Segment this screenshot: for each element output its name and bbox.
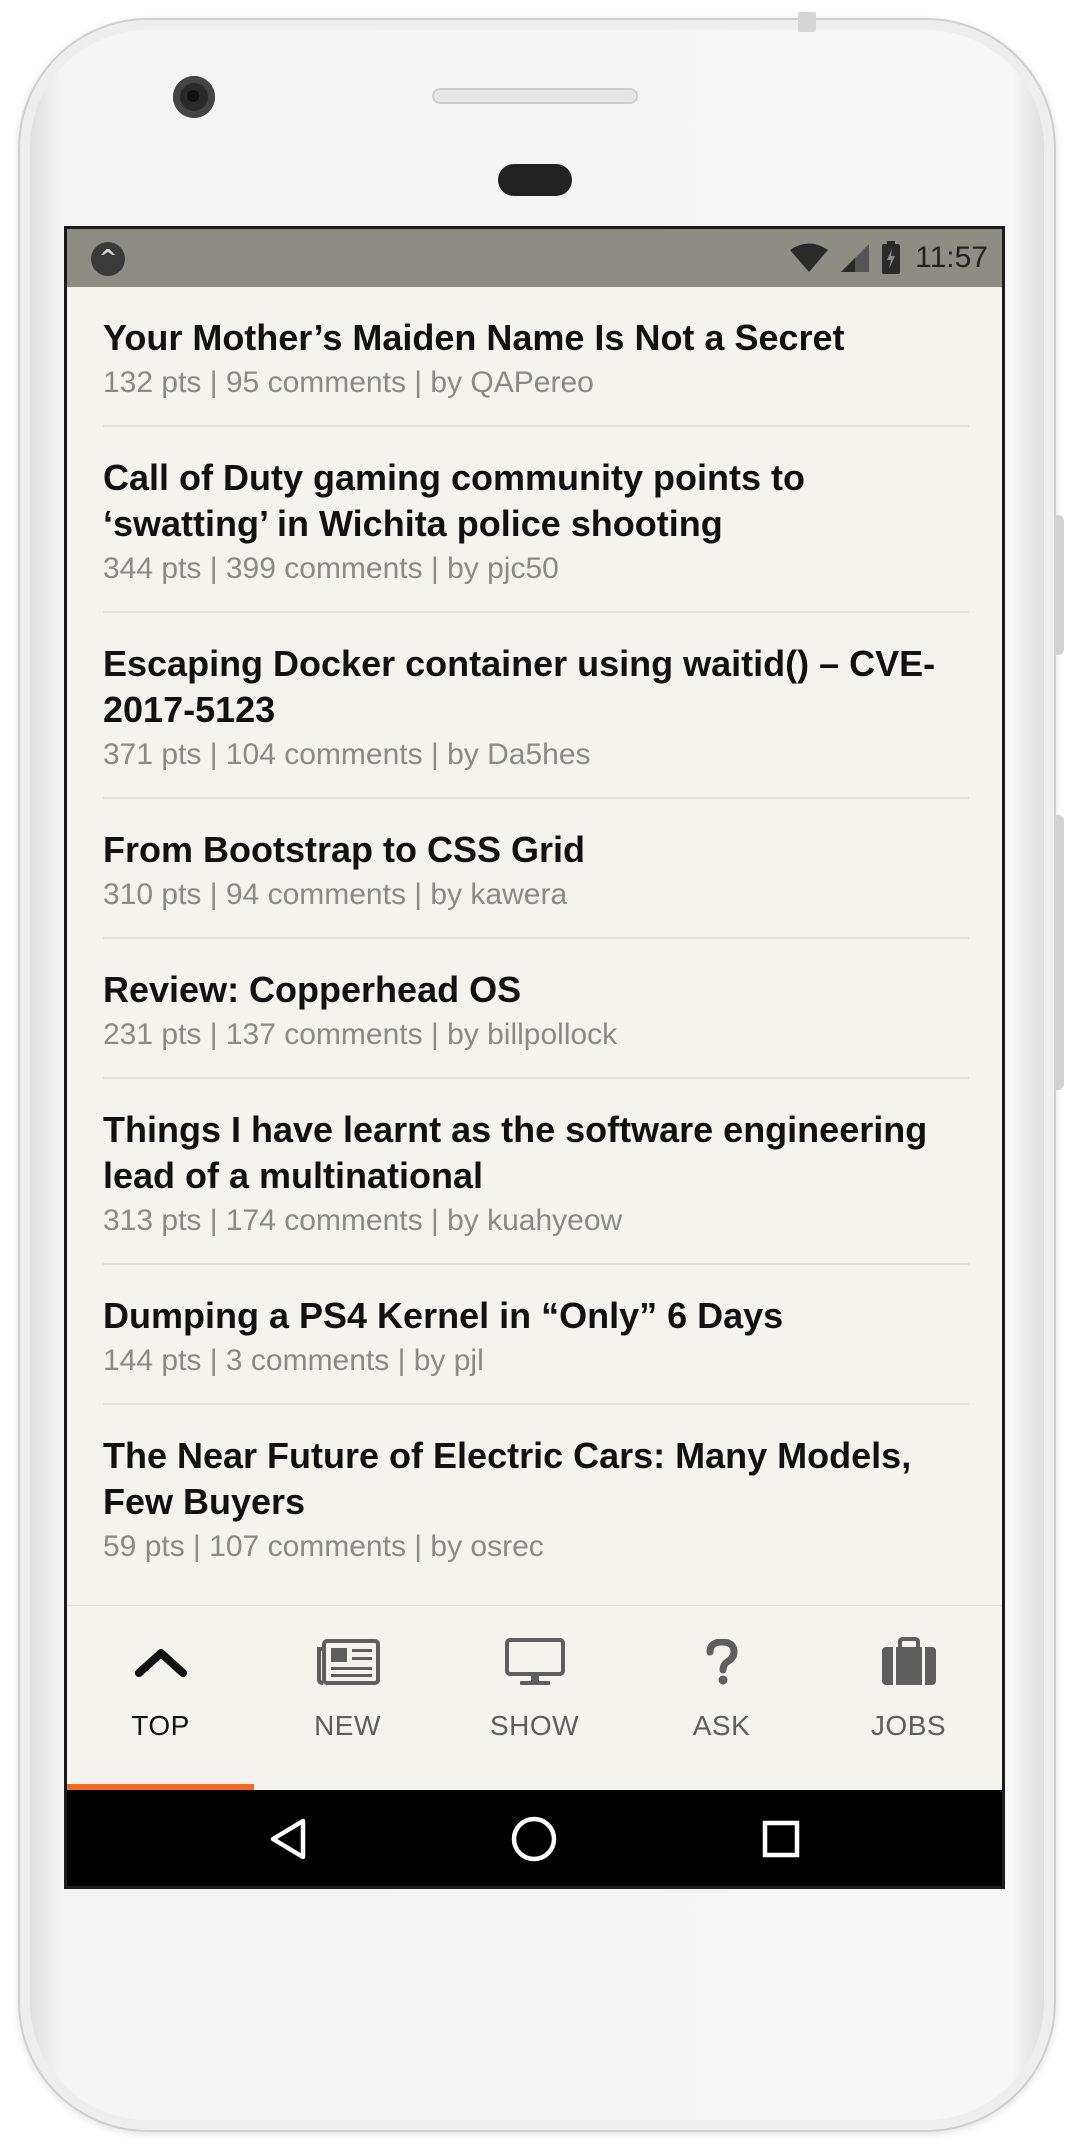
newspaper-icon <box>316 1632 380 1692</box>
story-meta: 310 pts | 94 comments | by kawera <box>103 878 568 911</box>
back-triangle-icon[interactable] <box>268 1817 308 1865</box>
story-title[interactable]: Review: Copperhead OS <box>103 967 969 1013</box>
wifi-icon <box>789 243 829 273</box>
story-title[interactable]: Things I have learnt as the software eng… <box>103 1107 969 1199</box>
chevron-up-icon <box>134 1632 187 1692</box>
story-title[interactable]: Call of Duty gaming community points to … <box>103 455 969 547</box>
tab-label: ASK <box>692 1710 751 1741</box>
status-icons: 11:57 <box>789 229 988 287</box>
story-item[interactable]: From Bootstrap to CSS Grid 310 pts | 94 … <box>103 799 969 939</box>
speaker-grille <box>432 88 638 104</box>
cell-signal-icon <box>839 243 871 273</box>
status-time: 11:57 <box>915 241 988 274</box>
story-meta: 144 pts | 3 comments | by pjl <box>103 1344 484 1377</box>
story-item[interactable]: Things I have learnt as the software eng… <box>103 1079 969 1265</box>
android-nav-bar <box>67 1790 1002 1886</box>
story-meta: 371 pts | 104 comments | by Da5hes <box>103 738 591 771</box>
phone-power-button <box>1054 515 1064 655</box>
story-list[interactable]: Your Mother’s Maiden Name Is Not a Secre… <box>67 287 1002 1605</box>
story-item[interactable]: Your Mother’s Maiden Name Is Not a Secre… <box>103 287 969 427</box>
story-item[interactable]: Review: Copperhead OS 231 pts | 137 comm… <box>103 939 969 1079</box>
caret-up-circle-icon: ^ <box>91 242 125 276</box>
status-bar: ^ 11:57 <box>67 229 1002 287</box>
tab-label: JOBS <box>870 1710 947 1741</box>
home-circle-icon[interactable] <box>510 1815 558 1867</box>
story-title[interactable]: The Near Future of Electric Cars: Many M… <box>103 1433 969 1525</box>
story-meta: 344 pts | 399 comments | by pjc50 <box>103 552 559 585</box>
bottom-tab-bar: TOP NEW SHOW ASK JOBS <box>67 1605 1002 1790</box>
story-title[interactable]: Dumping a PS4 Kernel in “Only” 6 Days <box>103 1293 969 1339</box>
story-item[interactable]: Escaping Docker container using waitid()… <box>103 613 969 799</box>
story-title[interactable]: Your Mother’s Maiden Name Is Not a Secre… <box>103 315 969 361</box>
story-item[interactable]: The Near Future of Electric Cars: Many M… <box>103 1405 969 1589</box>
tab-jobs[interactable]: JOBS <box>815 1606 1002 1790</box>
story-item[interactable]: Dumping a PS4 Kernel in “Only” 6 Days 14… <box>103 1265 969 1405</box>
battery-charging-icon <box>881 241 901 275</box>
earpiece <box>498 164 572 196</box>
story-title[interactable]: Escaping Docker container using waitid()… <box>103 641 969 733</box>
story-title[interactable]: From Bootstrap to CSS Grid <box>103 827 969 873</box>
story-meta: 313 pts | 174 comments | by kuahyeow <box>103 1204 623 1237</box>
front-camera <box>173 76 215 118</box>
story-item[interactable]: Call of Duty gaming community points to … <box>103 427 969 613</box>
tab-label: TOP <box>131 1710 190 1741</box>
story-meta: 132 pts | 95 comments | by QAPereo <box>103 366 594 399</box>
tab-label: SHOW <box>489 1710 580 1741</box>
tab-show[interactable]: SHOW <box>441 1606 628 1790</box>
tab-label: NEW <box>314 1710 381 1741</box>
tab-top[interactable]: TOP <box>67 1606 254 1790</box>
monitor-icon <box>504 1632 566 1692</box>
phone-screen: ^ 11:57 Your Mother’s Maiden Name Is Not… <box>64 226 1005 1889</box>
briefcase-icon <box>880 1632 938 1692</box>
tab-new[interactable]: NEW <box>254 1606 441 1790</box>
story-meta: 231 pts | 137 comments | by billpollock <box>103 1018 618 1051</box>
story-meta: 59 pts | 107 comments | by osrec <box>103 1530 544 1563</box>
question-icon <box>705 1632 739 1692</box>
recents-square-icon[interactable] <box>761 1819 801 1863</box>
phone-volume-button <box>1054 815 1064 1090</box>
tab-ask[interactable]: ASK <box>628 1606 815 1790</box>
phone-top-button <box>798 12 816 32</box>
